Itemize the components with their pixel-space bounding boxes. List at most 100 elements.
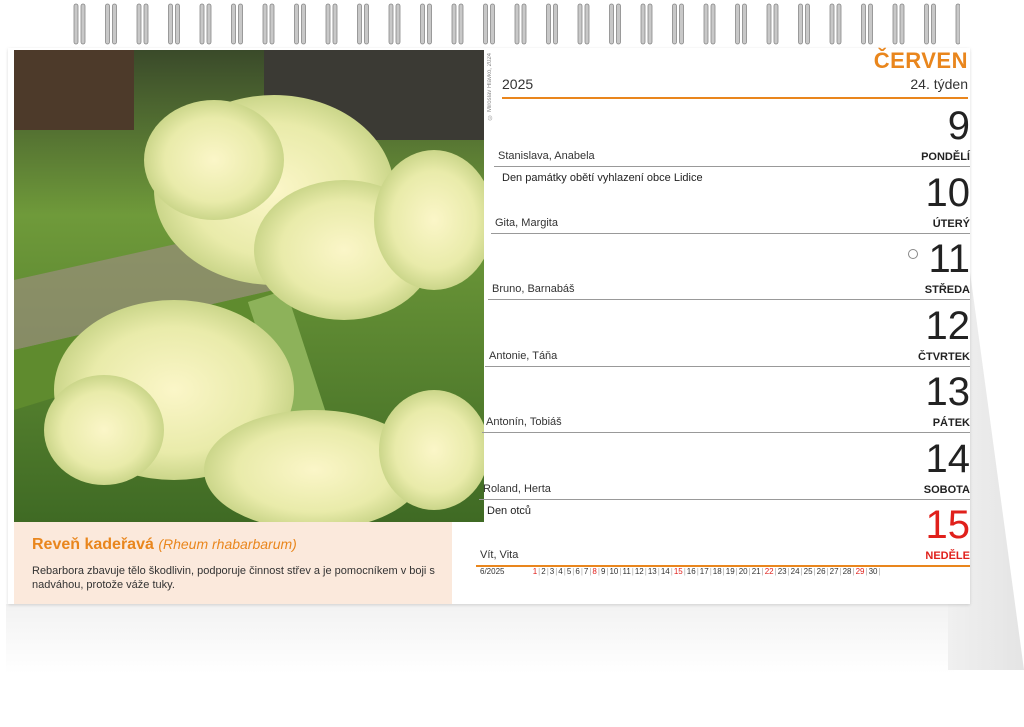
strip-separator: | [631, 567, 634, 576]
strip-separator: | [538, 567, 541, 576]
spiral-ring [924, 3, 936, 45]
rhubarb-photo [14, 50, 484, 522]
strip-separator: | [878, 567, 881, 576]
moon-phase-icon [908, 249, 918, 259]
strip-separator: | [696, 567, 699, 576]
day-name: NEDĚLE [925, 550, 970, 562]
spiral-ring [420, 3, 432, 45]
strip-day: 29 [855, 567, 865, 576]
strip-separator: | [735, 567, 738, 576]
strip-day: 9 [600, 567, 606, 576]
day-number: 14 [925, 436, 971, 481]
spiral-ring [546, 3, 558, 45]
spiral-ring [73, 3, 86, 45]
spiral-binding [73, 3, 960, 45]
strip-separator: | [813, 567, 816, 576]
day-number: 10 [925, 170, 971, 215]
day-name: PÁTEK [932, 417, 970, 429]
spiral-ring [640, 3, 653, 45]
strip-day: 15 [673, 567, 683, 576]
strip-separator: | [670, 567, 673, 576]
spiral-ring [357, 3, 369, 45]
day-row: 12 Antonie, Táňa ČTVRTEK [485, 303, 971, 373]
day-name: PONDĚLÍ [921, 151, 970, 163]
spiral-ring [861, 3, 873, 45]
month-strip-label: 6/2025 [480, 567, 505, 576]
spiral-ring [514, 3, 527, 45]
strip-separator: | [709, 567, 712, 576]
spiral-ring [766, 3, 779, 45]
strip-day: 19 [725, 567, 735, 576]
calendar-sheet: Reveň kadeřavá (Rheum rhabarbarum) Rebar… [8, 48, 970, 604]
strip-day: 12 [634, 567, 644, 576]
day-name: ČTVRTEK [918, 350, 970, 363]
strip-day: 16 [686, 567, 696, 576]
name-day: Bruno, Barnabáš [492, 283, 575, 295]
strip-separator: | [619, 567, 622, 576]
strip-day: 25 [803, 567, 813, 576]
day-number: 13 [925, 370, 971, 414]
day-name: STŘEDA [924, 284, 970, 296]
month-strip: 6/2025 1|2|3|4|5|6|7|8|9|10|11|12|13|14|… [480, 567, 882, 576]
strip-separator: | [657, 567, 660, 576]
strip-day: 28 [842, 567, 852, 576]
strip-separator: | [748, 567, 751, 576]
photo-caption: Reveň kadeřavá (Rheum rhabarbarum) Rebar… [14, 522, 452, 604]
strip-separator: | [563, 567, 566, 576]
strip-day: 5 [566, 567, 572, 576]
day-name: ÚTERÝ [932, 217, 970, 230]
strip-day: 22 [764, 567, 774, 576]
name-day: Stanislava, Anabela [498, 150, 595, 162]
strip-separator: | [606, 567, 609, 576]
spiral-ring [168, 3, 180, 45]
name-day: Antonie, Táňa [489, 349, 558, 362]
strip-day: 20 [738, 567, 748, 576]
strip-separator: | [572, 567, 575, 576]
spiral-ring [136, 3, 149, 45]
spiral-ring [325, 3, 338, 45]
strip-separator: | [644, 567, 647, 576]
spiral-ring [672, 3, 684, 45]
strip-separator: | [839, 567, 842, 576]
day-divider [491, 232, 970, 234]
spiral-ring [199, 3, 212, 45]
day-number: 12 [925, 303, 971, 348]
plant-name: Reveň kadeřavá [32, 536, 154, 553]
name-day: Antonín, Tobiáš [486, 416, 562, 428]
spiral-ring [735, 3, 747, 45]
day-number: 9 [947, 104, 970, 148]
strip-separator: | [546, 567, 549, 576]
year: 2025 [502, 76, 534, 92]
strip-day: 10 [609, 567, 619, 576]
spiral-ring [483, 3, 495, 45]
strip-day: 24 [790, 567, 800, 576]
strip-day: 26 [816, 567, 826, 576]
month-name: ČERVEN [873, 48, 968, 73]
strip-separator: | [597, 567, 600, 576]
strip-day: 6 [575, 567, 580, 576]
strip-separator: | [865, 567, 868, 576]
spiral-ring [231, 3, 243, 45]
strip-day: 13 [647, 567, 657, 576]
strip-day: 18 [712, 567, 722, 576]
spiral-ring [262, 3, 275, 45]
strip-separator: | [722, 567, 725, 576]
desk-shadow [6, 604, 954, 674]
photo-credit: © Miroslav Hlávko, 2024 [487, 53, 493, 120]
name-day: Roland, Herta [483, 482, 551, 495]
spiral-ring [609, 3, 621, 45]
strip-separator: | [787, 567, 790, 576]
strip-day: 2 [541, 567, 546, 576]
strip-separator: | [800, 567, 803, 576]
spiral-ring [294, 3, 306, 45]
strip-separator: | [826, 567, 829, 576]
day-divider [494, 166, 970, 167]
week-number: 24. týden [910, 76, 968, 92]
photo-illustration [14, 50, 484, 522]
day-row: 10 Gita, Margita ÚTERÝ [491, 170, 971, 240]
day-row: 15 Vít, Vita NEDĚLE [476, 505, 970, 572]
day-divider [488, 299, 970, 300]
day-row: 9 Stanislava, Anabela PONDĚLÍ Den památky o… [494, 104, 970, 184]
strip-separator: | [852, 567, 855, 576]
plant-latin-name: (Rheum rhabarbarum) [158, 536, 297, 552]
